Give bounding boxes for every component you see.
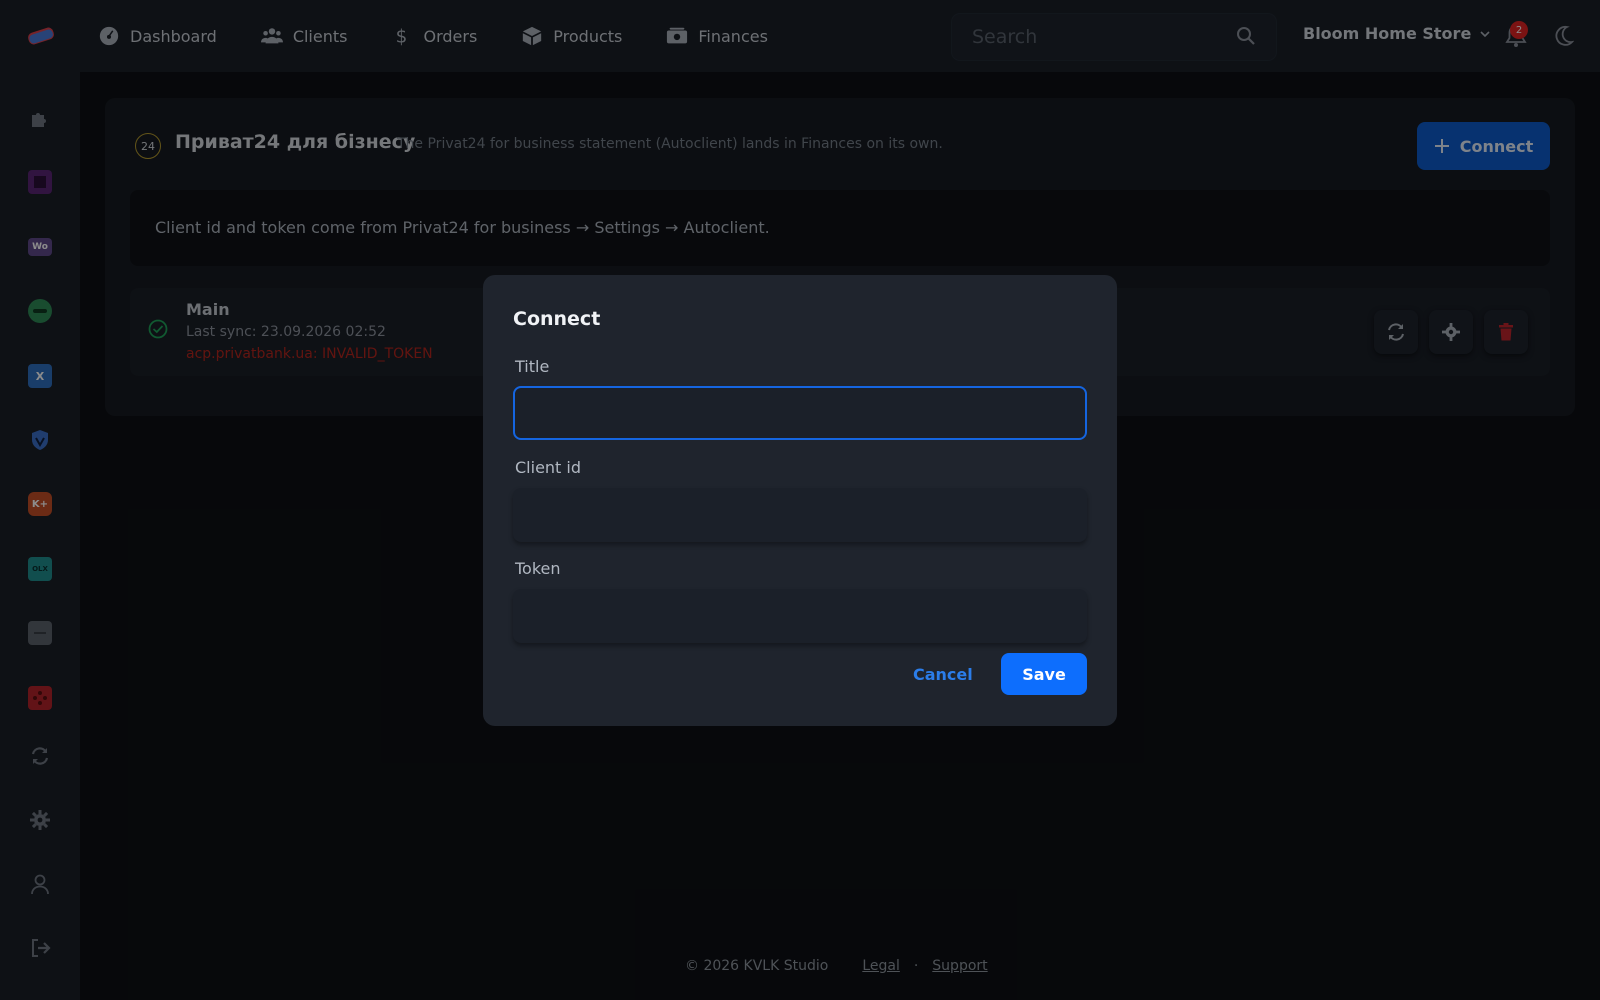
token-field-label: Token bbox=[515, 559, 561, 578]
client-id-field-label: Client id bbox=[515, 458, 582, 477]
title-input[interactable] bbox=[515, 388, 1085, 438]
client-id-input[interactable] bbox=[513, 488, 1087, 542]
save-button[interactable]: Save bbox=[1001, 653, 1087, 695]
connect-modal: Connect Title Client id Token Cancel Sav… bbox=[483, 275, 1117, 726]
title-field-label: Title bbox=[515, 357, 550, 376]
modal-title: Connect bbox=[513, 308, 601, 330]
token-input[interactable] bbox=[513, 589, 1087, 643]
client-id-field-wrapper bbox=[513, 488, 1087, 542]
token-field-wrapper bbox=[513, 589, 1087, 643]
title-field-wrapper bbox=[513, 386, 1087, 440]
cancel-button[interactable]: Cancel bbox=[913, 665, 973, 684]
